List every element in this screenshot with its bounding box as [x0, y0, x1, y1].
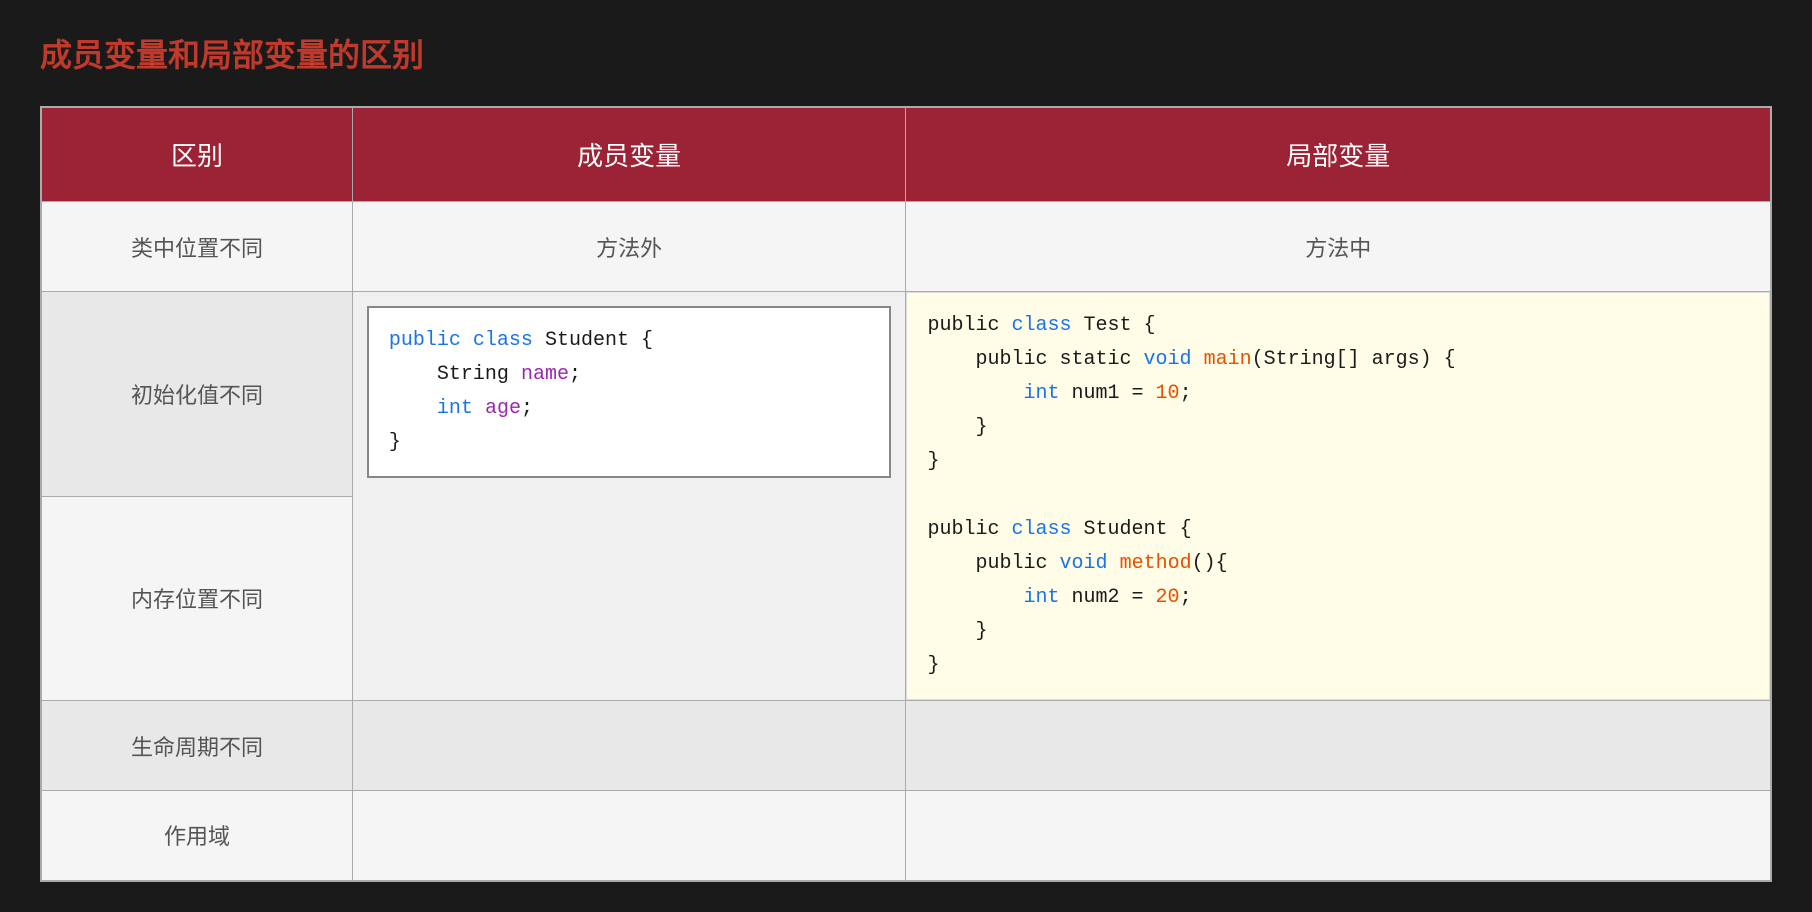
- member-scope: [352, 791, 906, 881]
- member-value: 方法外: [352, 202, 906, 292]
- table-row: 初始化值不同 public class Student { String nam…: [41, 292, 1771, 497]
- member-lifecycle: [352, 701, 906, 791]
- table-row: 类中位置不同 方法外 方法中: [41, 202, 1771, 292]
- header-member: 成员变量: [352, 107, 906, 202]
- table-row: 生命周期不同: [41, 701, 1771, 791]
- local-scope: [906, 791, 1771, 881]
- member-code-box: public class Student { String name; int …: [367, 306, 892, 478]
- distinction-label: 类中位置不同: [41, 202, 352, 292]
- page-title: 成员变量和局部变量的区别: [40, 30, 1772, 76]
- distinction-lifecycle: 生命周期不同: [41, 701, 352, 791]
- comparison-table: 区别 成员变量 局部变量 类中位置不同 方法外 方法中 初始化值不同 publi…: [40, 106, 1772, 882]
- local-lifecycle: [906, 701, 1771, 791]
- distinction-init: 初始化值不同: [41, 292, 352, 497]
- distinction-scope: 作用域: [41, 791, 352, 881]
- table-row: 作用域: [41, 791, 1771, 881]
- header-distinction: 区别: [41, 107, 352, 202]
- local-code-box: public class Test { public static void m…: [906, 292, 1770, 700]
- local-value: 方法中: [906, 202, 1771, 292]
- distinction-memory: 内存位置不同: [41, 496, 352, 701]
- header-local: 局部变量: [906, 107, 1771, 202]
